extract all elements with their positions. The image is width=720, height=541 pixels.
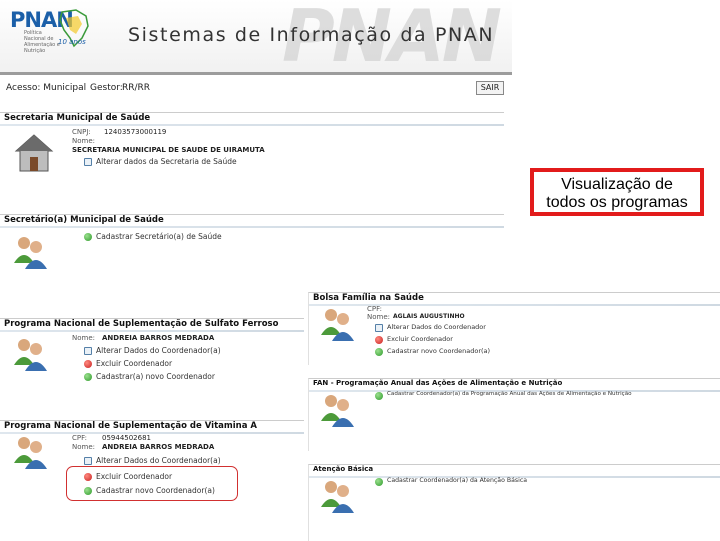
- edit-coordinator-link[interactable]: Alterar Dados do Coordenador(a): [96, 346, 221, 355]
- cpf-label: CPF:: [367, 305, 382, 313]
- user-bar: Acesso: Municipal Gestor: RR/RR SAIR: [0, 80, 512, 96]
- exit-button[interactable]: SAIR: [476, 81, 504, 95]
- cpf-value: 05944502681: [102, 434, 151, 442]
- users-icon: [14, 339, 47, 371]
- users-icon: [321, 309, 354, 341]
- access-label: Acesso: Municipal: [6, 83, 87, 93]
- add-icon: [84, 373, 92, 381]
- callout-line-2: todos os programas: [546, 194, 688, 211]
- panel-title: Atenção Básica: [313, 465, 374, 473]
- cnpj-label: CNPJ:: [72, 128, 91, 136]
- name-value: ANDREIA BARROS MEDRADA: [102, 443, 215, 451]
- edit-icon: [84, 347, 92, 355]
- panel-bolsa-familia: Bolsa Família na Saúde CPF: Nome: AGLAIS…: [308, 292, 720, 365]
- panel-title: Secretaria Municipal de Saúde: [4, 113, 151, 123]
- delete-coordinator-link[interactable]: Excluir Coordenador: [96, 359, 172, 368]
- edit-coordinator-link[interactable]: Alterar Dados do Coordenador: [387, 323, 486, 331]
- name-label: Nome:: [72, 334, 96, 342]
- app-header: PNAN PNAN 10 anos Política Nacional de A…: [0, 0, 512, 72]
- panel-title: Programa Nacional de Suplementação de Su…: [4, 319, 279, 329]
- header-divider: [0, 72, 512, 75]
- name-value: ANDREIA BARROS MEDRADA: [102, 334, 215, 342]
- cnpj-value: 12403573000119: [104, 128, 167, 136]
- house-icon: [14, 134, 54, 172]
- callout-box: Visualização de todos os programas: [530, 168, 704, 216]
- manager-value: RR/RR: [122, 83, 151, 93]
- edit-icon: [84, 457, 92, 465]
- users-icon: [14, 437, 47, 469]
- name-value: SECRETARIA MUNICIPAL DE SAUDE DE UIRAMUT…: [72, 146, 265, 154]
- edit-secretaria-link[interactable]: Alterar dados da Secretaria de Saúde: [96, 157, 237, 166]
- panel-fan: FAN - Programação Anual das Ações de Ali…: [308, 378, 720, 451]
- edit-icon: [84, 158, 92, 166]
- register-secretario-link[interactable]: Cadastrar Secretário(a) de Saúde: [96, 232, 222, 241]
- logo-subtitle: Política Nacional de Alimentação e Nutri…: [24, 30, 60, 54]
- panel-sulfato-ferroso: Programa Nacional de Suplementação de Su…: [0, 318, 304, 401]
- panel-atencao-basica: Atenção Básica Cadastrar Coordenador(a) …: [308, 464, 720, 541]
- callout-line-1: Visualização de: [561, 176, 673, 193]
- panel-title: Bolsa Família na Saúde: [313, 293, 424, 303]
- add-icon: [375, 478, 383, 486]
- name-label: Nome:: [72, 137, 96, 145]
- users-icon: [321, 481, 354, 513]
- edit-coordinator-link[interactable]: Alterar Dados do Coordenador(a): [96, 456, 221, 465]
- name-label: Nome:: [72, 443, 96, 451]
- pnan-logo: PNAN 10 anos Política Nacional de Alimen…: [6, 6, 89, 66]
- register-coordinator-link[interactable]: Cadastrar(a) novo Coordenador: [96, 372, 215, 381]
- cpf-label: CPF:: [72, 434, 87, 442]
- manager-label: Gestor:: [90, 83, 123, 93]
- highlight-box: [66, 466, 238, 501]
- panel-secretario: Secretário(a) Municipal de Saúde Cadastr…: [0, 214, 504, 297]
- register-coordinator-link[interactable]: Cadastrar novo Coordenador(a): [387, 347, 490, 355]
- add-icon: [84, 233, 92, 241]
- panel-bar: [0, 330, 304, 332]
- add-icon: [375, 348, 383, 356]
- users-icon: [14, 237, 47, 269]
- register-fan-coordinator-link[interactable]: Cadastrar Coordenador(a) da Programação …: [387, 391, 632, 397]
- panel-secretaria: Secretaria Municipal de Saúde CNPJ: 1240…: [0, 112, 504, 195]
- panel-bar: [0, 226, 504, 228]
- panel-title: Programa Nacional de Suplementação de Vi…: [4, 421, 257, 431]
- delete-icon: [84, 360, 92, 368]
- delete-icon: [375, 336, 383, 344]
- panel-title: Secretário(a) Municipal de Saúde: [4, 215, 164, 225]
- delete-coordinator-link[interactable]: Excluir Coordenador: [387, 335, 453, 343]
- edit-icon: [375, 324, 383, 332]
- name-value: AGLAIS AUGUSTINHO: [393, 313, 465, 320]
- register-atencao-coordinator-link[interactable]: Cadastrar Coordenador(a) da Atenção Bási…: [387, 477, 527, 484]
- system-title: Sistemas de Informação da PNAN: [128, 24, 495, 46]
- users-icon: [321, 395, 354, 427]
- panel-title: FAN - Programação Anual das Ações de Ali…: [313, 379, 563, 387]
- add-icon: [375, 392, 383, 400]
- panel-bar: [0, 124, 504, 126]
- name-label: Nome:: [367, 313, 391, 321]
